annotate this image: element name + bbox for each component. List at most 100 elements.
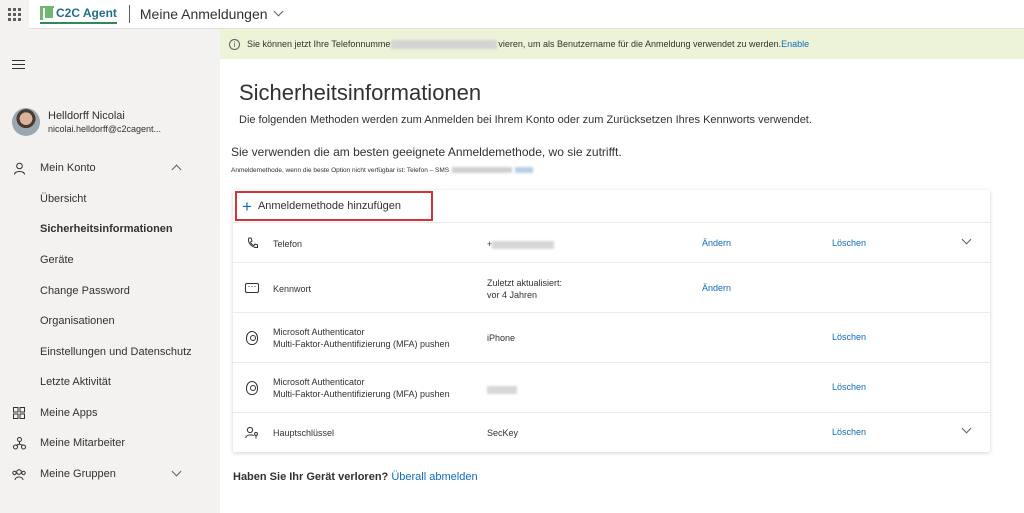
phone-icon bbox=[245, 236, 259, 250]
sidebar-item-label: Geräte bbox=[40, 254, 74, 266]
company-logo[interactable]: C2C Agent bbox=[40, 4, 117, 24]
app-launcher-button[interactable] bbox=[0, 0, 29, 29]
delete-button[interactable]: Löschen bbox=[832, 382, 866, 392]
method-subtitle: Multi-Faktor-Authentifizierung (MFA) pus… bbox=[273, 389, 450, 399]
sidebar-item-change-password[interactable]: Change Password bbox=[0, 278, 220, 304]
sidebar-item-sicherheitsinformationen[interactable]: Sicherheitsinformationen bbox=[0, 216, 220, 242]
hamburger-menu-icon[interactable] bbox=[12, 60, 25, 72]
method-value: Zuletzt aktualisiert: vor 4 Jahren bbox=[487, 277, 562, 301]
redacted-text bbox=[487, 385, 517, 394]
sidebar-item-meine-gruppen[interactable]: Meine Gruppen bbox=[0, 461, 220, 487]
info-icon: i bbox=[229, 38, 240, 50]
plus-icon: + bbox=[242, 196, 252, 216]
chevron-down-icon[interactable] bbox=[961, 234, 972, 245]
banner-text-start: Sie können jetzt Ihre Telefonnumme bbox=[247, 39, 391, 49]
method-name: Telefon bbox=[273, 239, 303, 249]
logo-text: C2C Agent bbox=[56, 6, 117, 20]
authenticator-icon bbox=[245, 381, 259, 395]
method-title: Microsoft Authenticator bbox=[273, 327, 365, 337]
sidebar-item-label: Letzte Aktivität bbox=[40, 376, 111, 388]
apps-icon bbox=[12, 406, 26, 420]
groups-icon bbox=[12, 467, 26, 481]
banner-text-end: vieren, um als Benutzername für die Anme… bbox=[498, 39, 782, 49]
add-method-button[interactable]: + Anmeldemethode hinzufügen bbox=[235, 191, 433, 221]
profile-email: nicolai.helldorff@c2cagent... bbox=[48, 123, 162, 134]
sidebar-item-label: Übersicht bbox=[40, 193, 87, 205]
method-row-authenticator: Microsoft Authenticator Multi-Faktor-Aut… bbox=[233, 363, 990, 413]
page-description: Die folgenden Methoden werden zum Anmeld… bbox=[239, 114, 812, 126]
sidebar-item-uebersicht[interactable]: Übersicht bbox=[0, 186, 220, 212]
topbar-divider bbox=[128, 5, 130, 23]
avatar bbox=[12, 108, 40, 136]
redacted-text bbox=[452, 167, 513, 174]
info-banner: i Sie können jetzt Ihre Telefonnumme vie… bbox=[220, 29, 1024, 59]
sidebar-item-label: Meine Apps bbox=[40, 407, 98, 419]
chevron-down-icon[interactable] bbox=[961, 423, 972, 434]
delete-button[interactable]: Löschen bbox=[832, 332, 866, 342]
method-row-authenticator: Microsoft Authenticator Multi-Faktor-Aut… bbox=[233, 313, 990, 363]
logo-icon bbox=[40, 6, 55, 20]
people-icon bbox=[12, 436, 26, 450]
method-row-telefon: Telefon + Ändern Löschen bbox=[233, 223, 990, 263]
user-profile: Helldorff Nicolai nicolai.helldorff@c2ca… bbox=[12, 108, 161, 136]
chevron-down-icon[interactable] bbox=[171, 466, 182, 477]
redacted-text bbox=[391, 39, 498, 49]
lost-device-question: Haben Sie Ihr Gerät verloren? bbox=[233, 471, 389, 483]
methods-card: + Anmeldemethode hinzufügen Telefon + Än… bbox=[233, 190, 990, 452]
sidebar-item-label: Organisationen bbox=[40, 315, 115, 327]
default-method-subtext: Anmeldemethode, wenn die beste Option ni… bbox=[231, 167, 534, 174]
sidebar-item-organisationen[interactable]: Organisationen bbox=[0, 308, 220, 334]
authenticator-icon bbox=[245, 331, 259, 345]
method-name: Microsoft Authenticator Multi-Faktor-Aut… bbox=[273, 326, 450, 350]
sidebar-item-label: Sicherheitsinformationen bbox=[40, 223, 173, 235]
page-title: Sicherheitsinformationen bbox=[239, 80, 482, 105]
sign-out-everywhere-link[interactable]: Überall abmelden bbox=[391, 471, 477, 483]
top-bar: C2C Agent Meine Anmeldungen bbox=[0, 0, 1024, 29]
app-title[interactable]: Meine Anmeldungen bbox=[140, 6, 268, 22]
method-title: Microsoft Authenticator bbox=[273, 377, 365, 387]
lost-device-section: Haben Sie Ihr Gerät verloren? Überall ab… bbox=[233, 471, 478, 483]
method-value bbox=[487, 383, 517, 395]
last-updated-value: vor 4 Jahren bbox=[487, 290, 538, 300]
method-subtitle: Multi-Faktor-Authentifizierung (MFA) pus… bbox=[273, 339, 450, 349]
sidebar-item-geraete[interactable]: Geräte bbox=[0, 247, 220, 273]
chevron-down-icon[interactable] bbox=[273, 6, 283, 16]
change-button[interactable]: Ändern bbox=[702, 283, 731, 293]
delete-button[interactable]: Löschen bbox=[832, 238, 866, 248]
sidebar-item-label: Change Password bbox=[40, 285, 130, 297]
method-value: SecKey bbox=[487, 428, 519, 438]
method-value: iPhone bbox=[487, 333, 516, 343]
delete-button[interactable]: Löschen bbox=[832, 427, 866, 437]
sidebar-item-label: Einstellungen und Datenschutz bbox=[40, 346, 192, 358]
password-icon: ··· bbox=[245, 281, 259, 295]
profile-name: Helldorff Nicolai bbox=[48, 109, 125, 122]
change-button[interactable]: Ändern bbox=[702, 238, 731, 248]
sidebar-item-label: Mein Konto bbox=[40, 162, 96, 174]
waffle-icon bbox=[8, 7, 21, 21]
person-icon bbox=[12, 161, 26, 175]
passkey-icon bbox=[245, 425, 259, 439]
default-method-subtext-label: Anmeldemethode, wenn die beste Option ni… bbox=[231, 167, 450, 174]
sidebar-item-label: Meine Gruppen bbox=[40, 468, 116, 480]
sidebar-item-meine-apps[interactable]: Meine Apps bbox=[0, 400, 220, 426]
method-value: + bbox=[487, 238, 555, 250]
sidebar-item-meine-mitarbeiter[interactable]: Meine Mitarbeiter bbox=[0, 430, 220, 456]
redacted-text bbox=[492, 240, 555, 249]
default-method-text: Sie verwenden die am besten geeignete An… bbox=[231, 145, 622, 159]
sidebar-item-letzte-aktivitaet[interactable]: Letzte Aktivität bbox=[0, 369, 220, 395]
method-name: Hauptschlüssel bbox=[273, 428, 335, 438]
change-default-link[interactable] bbox=[515, 167, 534, 174]
sidebar-item-mein-konto[interactable]: Mein Konto bbox=[0, 155, 220, 181]
method-name: Kennwort bbox=[273, 284, 312, 294]
enable-link[interactable]: Enable bbox=[781, 39, 809, 49]
method-row-hauptschluessel: Hauptschlüssel SecKey Löschen bbox=[233, 413, 990, 452]
sidebar-item-einstellungen[interactable]: Einstellungen und Datenschutz bbox=[0, 339, 220, 365]
method-row-kennwort: ··· Kennwort Zuletzt aktualisiert: vor 4… bbox=[233, 263, 990, 313]
method-name: Microsoft Authenticator Multi-Faktor-Aut… bbox=[273, 376, 450, 400]
add-method-label: Anmeldemethode hinzufügen bbox=[257, 200, 402, 212]
sidebar-item-label: Meine Mitarbeiter bbox=[40, 437, 125, 449]
sidebar: Helldorff Nicolai nicolai.helldorff@c2ca… bbox=[0, 29, 220, 513]
chevron-up-icon[interactable] bbox=[171, 164, 182, 175]
last-updated-label: Zuletzt aktualisiert: bbox=[487, 278, 563, 288]
main-content: Sicherheitsinformationen Die folgenden M… bbox=[220, 59, 1024, 513]
